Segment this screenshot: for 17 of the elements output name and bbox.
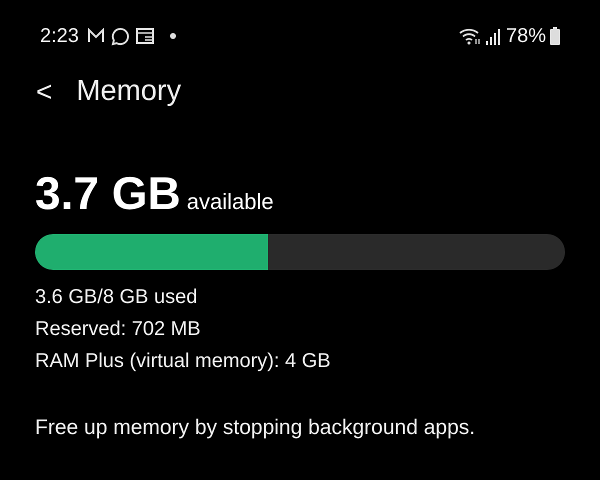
battery-percent: 78% [506, 24, 546, 49]
battery-icon [550, 27, 560, 45]
memory-detail: RAM Plus (virtual memory): 4 GB [35, 349, 332, 374]
mail-icon [86, 28, 105, 44]
signal-icon [486, 27, 500, 45]
back-button[interactable]: < [36, 78, 52, 106]
dot-icon [170, 33, 176, 39]
wifi-icon [458, 27, 482, 45]
calendar-icon [136, 28, 154, 44]
available-label: available [186, 188, 274, 216]
free-up-memory-text: Free up memory by stopping background apps. [35, 416, 476, 439]
memory-detail: 3.6 GB/8 GB used [35, 285, 198, 310]
chat-icon [110, 26, 130, 46]
page-title: Memory [76, 74, 182, 110]
memory-detail: Reserved: 702 MB [35, 317, 202, 342]
available-amount: 3.7 GB [35, 170, 181, 216]
status-time: 2:23 [40, 24, 79, 49]
